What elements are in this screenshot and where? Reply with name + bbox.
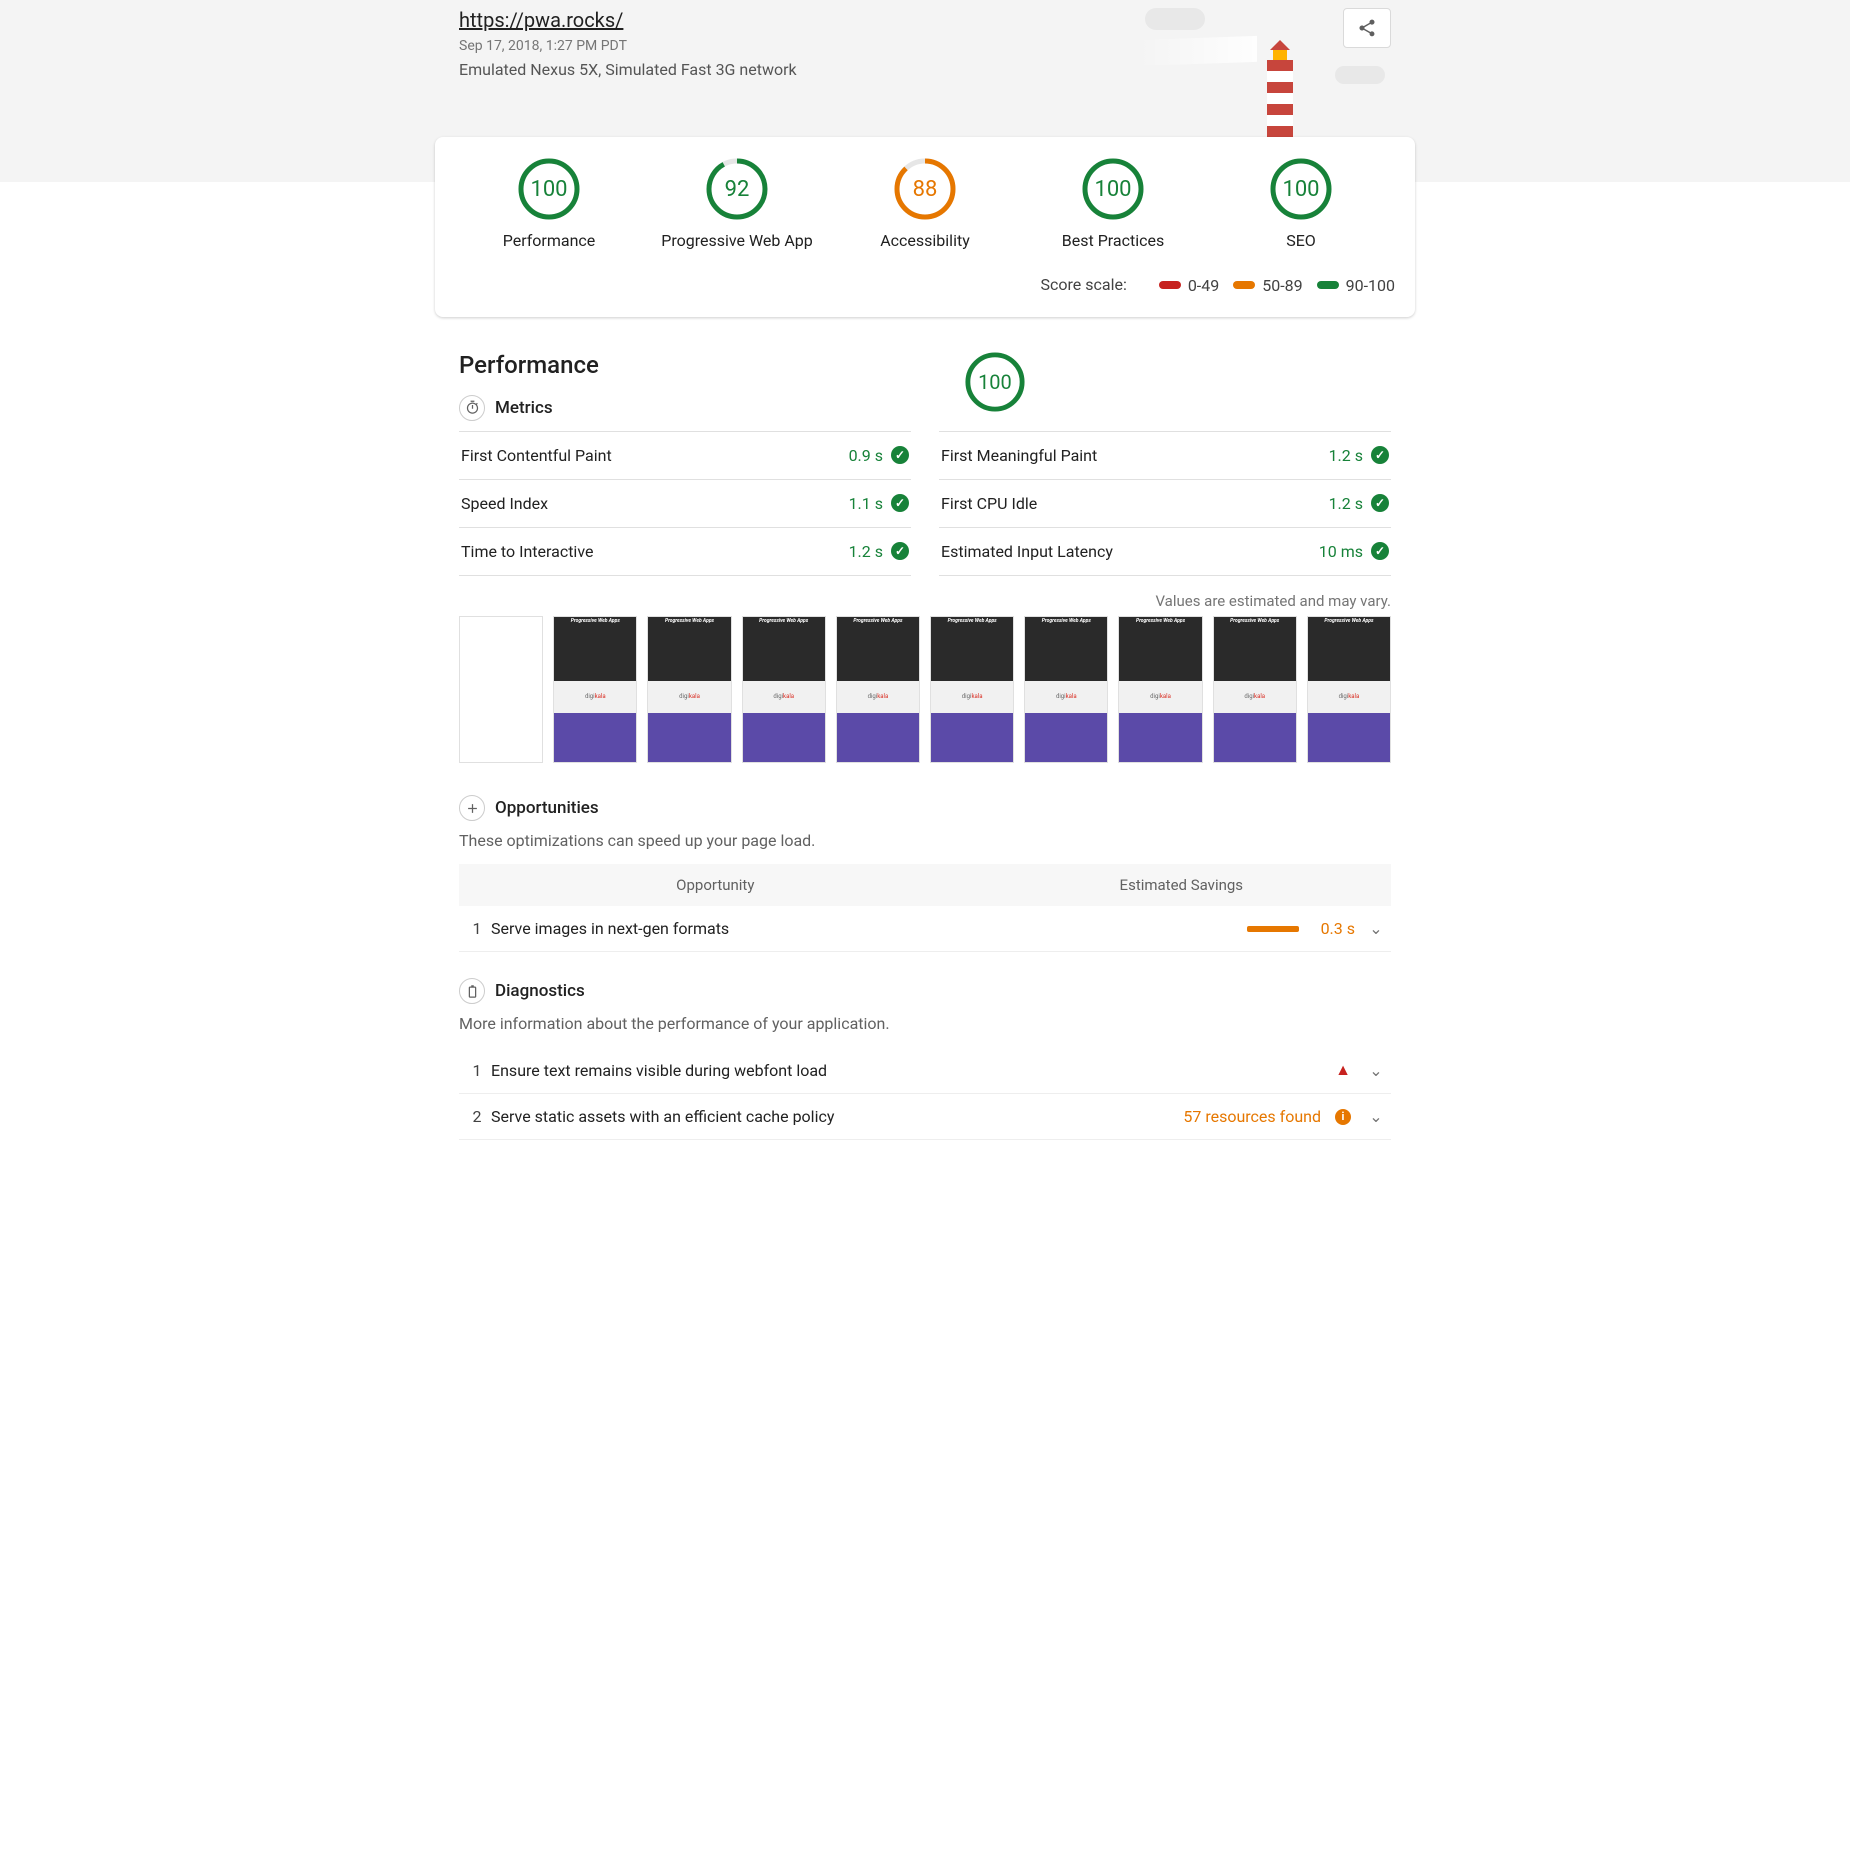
metric-row: Speed Index 1.1 s	[459, 479, 911, 527]
filmstrip-frame: Progressive Web Apps digikala	[1024, 616, 1108, 764]
metrics-note: Values are estimated and may vary.	[459, 592, 1391, 610]
filmstrip-frame: Progressive Web Apps digikala	[930, 616, 1014, 764]
filmstrip-frame: Progressive Web Apps digikala	[1213, 616, 1297, 764]
chevron-down-icon[interactable]: ⌄	[1365, 919, 1387, 938]
chevron-down-icon[interactable]: ⌄	[1365, 1061, 1387, 1080]
scale-label: Score scale:	[1041, 275, 1127, 294]
diagnostics-description: More information about the performance o…	[459, 1014, 1391, 1033]
performance-title: Performance	[459, 351, 599, 379]
metric-row: First Contentful Paint 0.9 s	[459, 431, 911, 479]
info-icon: i	[1335, 1109, 1351, 1125]
filmstrip-frame: Progressive Web Apps digikala	[1118, 616, 1202, 764]
stopwatch-icon	[459, 395, 485, 421]
performance-score-gauge: 100	[599, 351, 1391, 413]
opportunities-table-header: Opportunity Estimated Savings	[459, 864, 1391, 906]
diagnostic-row[interactable]: 2 Serve static assets with an efficient …	[459, 1094, 1391, 1140]
opportunity-row[interactable]: 1 Serve images in next-gen formats 0.3 s…	[459, 906, 1391, 952]
score-seo[interactable]: 100 SEO	[1207, 157, 1395, 250]
scale-green: 90-100	[1317, 276, 1395, 295]
opportunities-description: These optimizations can speed up your pa…	[459, 831, 1391, 850]
lighthouse-icon	[1255, 38, 1305, 148]
metric-row: Time to Interactive 1.2 s	[459, 527, 911, 576]
score-best-practices[interactable]: 100 Best Practices	[1019, 157, 1207, 250]
warning-icon: ▲	[1335, 1060, 1351, 1080]
chevron-down-icon[interactable]: ⌄	[1365, 1107, 1387, 1126]
diagnostics-heading: Diagnostics	[495, 981, 585, 1001]
metric-row: First Meaningful Paint 1.2 s	[939, 431, 1391, 479]
metrics-heading: Metrics	[495, 398, 553, 418]
filmstrip-frame: Progressive Web Apps digikala	[1307, 616, 1391, 764]
filmstrip-frame: Progressive Web Apps digikala	[742, 616, 826, 764]
scale-red: 0-49	[1159, 276, 1219, 295]
lighthouse-illustration	[1185, 8, 1305, 148]
savings-bar	[1247, 926, 1299, 932]
score-progressive-web-app[interactable]: 92 Progressive Web App	[643, 157, 831, 250]
diagnostics-icon	[459, 978, 485, 1004]
check-icon	[891, 446, 909, 464]
opportunities-heading: Opportunities	[495, 798, 599, 818]
filmstrip-frame: Progressive Web Apps digikala	[647, 616, 731, 764]
filmstrip-frame: Progressive Web Apps digikala	[836, 616, 920, 764]
share-button[interactable]	[1343, 8, 1391, 48]
score-scale-legend: Score scale: 0-49 50-89 90-100	[455, 274, 1395, 295]
scores-summary-card: 100 Performance 92 Progressive Web App	[435, 137, 1415, 317]
check-icon	[1371, 542, 1389, 560]
check-icon	[891, 494, 909, 512]
metric-row: Estimated Input Latency 10 ms	[939, 527, 1391, 576]
check-icon	[1371, 494, 1389, 512]
check-icon	[1371, 446, 1389, 464]
filmstrip-frame	[459, 616, 543, 764]
opportunities-icon	[459, 795, 485, 821]
score-accessibility[interactable]: 88 Accessibility	[831, 157, 1019, 250]
filmstrip-frame: Progressive Web Apps digikala	[553, 616, 637, 764]
share-icon	[1357, 18, 1377, 38]
report-url[interactable]: https://pwa.rocks/	[459, 8, 623, 32]
score-performance[interactable]: 100 Performance	[455, 157, 643, 250]
diagnostic-row[interactable]: 1 Ensure text remains visible during web…	[459, 1047, 1391, 1094]
scale-orange: 50-89	[1233, 276, 1302, 295]
filmstrip: Progressive Web Apps digikala Progressiv…	[459, 616, 1391, 764]
check-icon	[891, 542, 909, 560]
metric-row: First CPU Idle 1.2 s	[939, 479, 1391, 527]
